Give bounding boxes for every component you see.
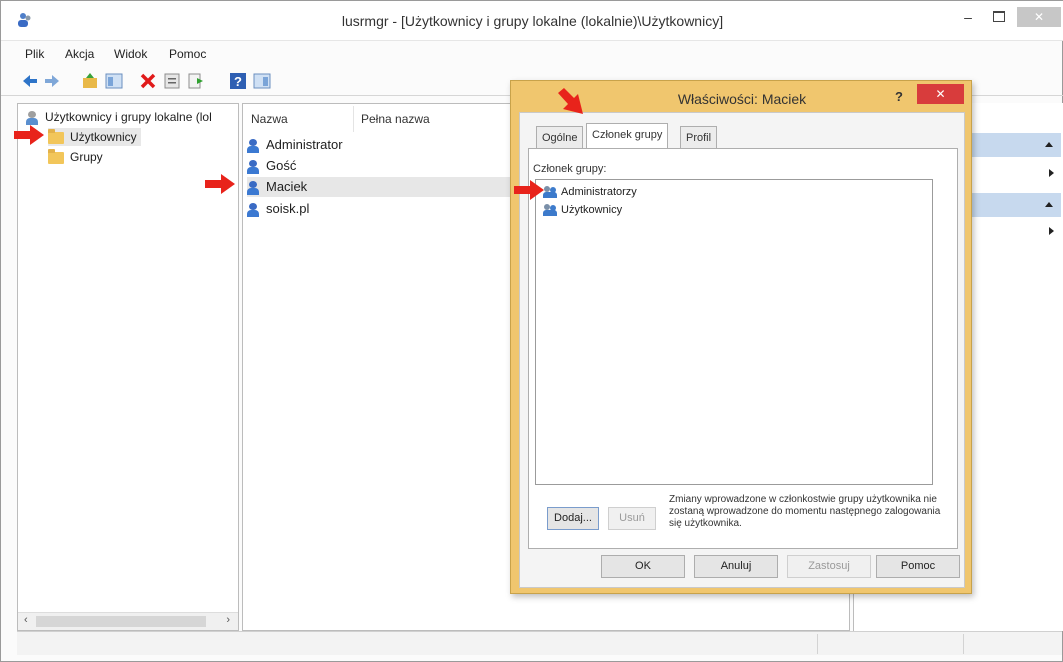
- red-arrow-icon: [558, 88, 583, 114]
- help-button[interactable]: Pomoc: [876, 555, 960, 578]
- properties-dialog: Właściwości: Maciek ? ✕ Ogólne Członek g…: [510, 80, 972, 594]
- more-actions-icon[interactable]: [1049, 227, 1054, 235]
- info-text: Zmiany wprowadzone w członkostwie grupy …: [669, 494, 941, 529]
- menu-file[interactable]: Plik: [25, 47, 44, 61]
- tab-profile[interactable]: Profil: [680, 126, 718, 148]
- user-icon: [247, 202, 263, 217]
- delete-icon[interactable]: [139, 72, 157, 90]
- red-arrow-icon: [205, 174, 235, 194]
- column-header-fullname[interactable]: Pełna nazwa: [361, 112, 430, 126]
- red-arrow-icon: [14, 125, 44, 145]
- tree-item-groups[interactable]: Grupy: [48, 148, 103, 166]
- menu-bar: Plik Akcja Widok Pomoc: [1, 44, 1063, 66]
- member-item-administrators[interactable]: Administratorzy: [543, 184, 637, 200]
- list-row-label: Maciek: [266, 179, 308, 194]
- dialog-help-button[interactable]: ?: [895, 89, 903, 104]
- more-actions-icon[interactable]: [1049, 169, 1054, 177]
- tree-horizontal-scrollbar[interactable]: ‹ ›: [18, 612, 238, 630]
- red-arrow-icon: [514, 180, 544, 200]
- column-header-name[interactable]: Nazwa: [251, 112, 288, 126]
- list-row-label: soisk.pl: [266, 201, 310, 216]
- user-icon: [247, 180, 263, 195]
- maximize-button[interactable]: [984, 7, 1014, 29]
- member-item-users[interactable]: Użytkownicy: [543, 202, 622, 218]
- properties-icon[interactable]: [163, 72, 181, 90]
- users-groups-icon: [26, 110, 42, 125]
- window-title: lusrmgr - [Użytkownicy i grupy lokalne (…: [341, 13, 724, 29]
- tree-item-label: Grupy: [70, 150, 103, 164]
- member-of-list[interactable]: Administratorzy Użytkownicy: [535, 179, 933, 485]
- dialog-close-button[interactable]: ✕: [917, 84, 964, 104]
- scroll-right-icon[interactable]: ›: [226, 614, 230, 626]
- forward-arrow-icon[interactable]: [43, 72, 61, 90]
- menu-action[interactable]: Akcja: [65, 47, 94, 61]
- list-row-guest[interactable]: Gość: [247, 156, 296, 176]
- up-folder-icon[interactable]: [81, 72, 99, 90]
- scrollbar-thumb[interactable]: [36, 616, 206, 627]
- status-separator: [817, 634, 818, 654]
- user-icon: [247, 138, 263, 153]
- scroll-left-icon[interactable]: ‹: [24, 614, 28, 626]
- tree-item-users[interactable]: Użytkownicy: [48, 128, 141, 146]
- apply-button[interactable]: Zastosuj: [787, 555, 871, 578]
- tree-root[interactable]: Użytkownicy i grupy lokalne (lol: [26, 108, 212, 126]
- back-arrow-icon[interactable]: [21, 72, 39, 90]
- add-button[interactable]: Dodaj...: [547, 507, 599, 530]
- help-icon[interactable]: ?: [229, 72, 247, 90]
- list-row-label: Gość: [266, 158, 297, 173]
- tab-general[interactable]: Ogólne: [536, 126, 584, 148]
- member-of-label: Członek grupy:: [533, 163, 607, 175]
- export-list-icon[interactable]: [187, 72, 205, 90]
- tab-member-of[interactable]: Członek grupy: [586, 123, 669, 148]
- group-icon: [543, 186, 559, 199]
- member-item-label: Administratorzy: [561, 186, 637, 198]
- cancel-button[interactable]: Anuluj: [694, 555, 778, 578]
- folder-icon: [48, 148, 64, 164]
- column-divider[interactable]: [353, 106, 354, 132]
- collapse-icon[interactable]: [1045, 142, 1053, 147]
- list-row-administrator[interactable]: Administrator: [247, 135, 343, 155]
- menu-view[interactable]: Widok: [114, 47, 147, 61]
- menu-help[interactable]: Pomoc: [169, 47, 206, 61]
- folder-icon: [48, 128, 64, 144]
- ok-button[interactable]: OK: [601, 555, 685, 578]
- title-bar[interactable]: lusrmgr - [Użytkownicy i grupy lokalne (…: [1, 1, 1063, 41]
- close-button[interactable]: ✕: [1017, 7, 1061, 27]
- show-hide-tree-icon[interactable]: [105, 72, 123, 90]
- tree-item-label: Użytkownicy: [70, 130, 137, 144]
- list-row-soisk[interactable]: soisk.pl: [247, 199, 309, 219]
- group-icon: [543, 204, 559, 217]
- list-row-label: Administrator: [266, 137, 343, 152]
- remove-button[interactable]: Usuń: [608, 507, 656, 530]
- status-bar: [17, 631, 1062, 655]
- collapse-icon[interactable]: [1045, 202, 1053, 207]
- svg-text:?: ?: [234, 74, 242, 89]
- user-icon: [247, 159, 263, 174]
- status-separator: [963, 634, 964, 654]
- list-row-maciek[interactable]: Maciek: [247, 177, 512, 197]
- tree-root-label: Użytkownicy i grupy lokalne (lol: [45, 110, 212, 124]
- minimize-button[interactable]: –: [953, 7, 983, 29]
- member-item-label: Użytkownicy: [561, 204, 623, 216]
- show-hide-action-pane-icon[interactable]: [253, 72, 271, 90]
